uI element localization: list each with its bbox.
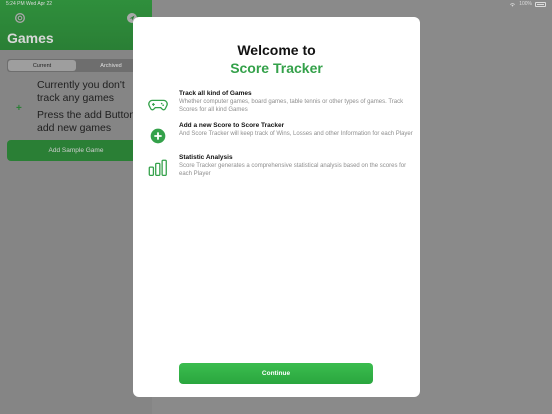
gamepad-icon xyxy=(148,99,168,111)
continue-button[interactable]: Continue xyxy=(179,363,373,384)
page-title: Games xyxy=(7,30,54,46)
empty-state-text: Currently you don't track any games Pres… xyxy=(37,79,147,139)
segmented-control: Current Archived xyxy=(7,59,145,72)
sidebar: Games Current Archived + Currently you d… xyxy=(0,0,152,414)
gear-icon[interactable] xyxy=(14,12,26,24)
empty-state-line2: Press the add Button to add new games xyxy=(37,109,147,134)
feature-description: And Score Tracker will keep track of Win… xyxy=(179,131,413,137)
modal-title-line2: Score Tracker xyxy=(230,60,323,76)
feature-description: Score Tracker generates a comprehensive … xyxy=(179,163,407,177)
feature-title: Track all kind of Games xyxy=(179,90,252,97)
empty-state-line1: Currently you don't track any games xyxy=(37,79,125,104)
feature-title: Add a new Score to Score Tracker xyxy=(179,122,285,129)
welcome-modal: Welcome to Score Tracker Track all kind … xyxy=(133,17,420,397)
feature-add-score: Add a new Score to Score Tracker And Sco… xyxy=(147,122,415,154)
status-time-date: 5:24 PM Wed Apr 22 xyxy=(6,1,53,7)
feature-track-games: Track all kind of Games Whether computer… xyxy=(147,90,415,122)
segment-current[interactable]: Current xyxy=(8,60,76,71)
modal-title: Welcome to Score Tracker xyxy=(133,41,420,77)
add-icon: + xyxy=(16,103,22,114)
bar-chart-icon xyxy=(148,159,167,176)
battery-percent: 100% xyxy=(519,1,532,7)
status-bar: 5:24 PM Wed Apr 22 100% xyxy=(0,0,552,8)
feature-title: Statistic Analysis xyxy=(179,154,233,161)
wifi-icon xyxy=(510,2,516,7)
feature-statistics: Statistic Analysis Score Tracker generat… xyxy=(147,154,415,186)
feature-description: Whether computer games, board games, tab… xyxy=(179,99,404,113)
add-sample-game-button[interactable]: Add Sample Game xyxy=(7,140,145,161)
battery-icon xyxy=(535,1,546,7)
plus-circle-icon xyxy=(150,128,166,144)
modal-title-line1: Welcome to xyxy=(237,42,316,58)
status-indicators: 100% xyxy=(509,1,546,7)
